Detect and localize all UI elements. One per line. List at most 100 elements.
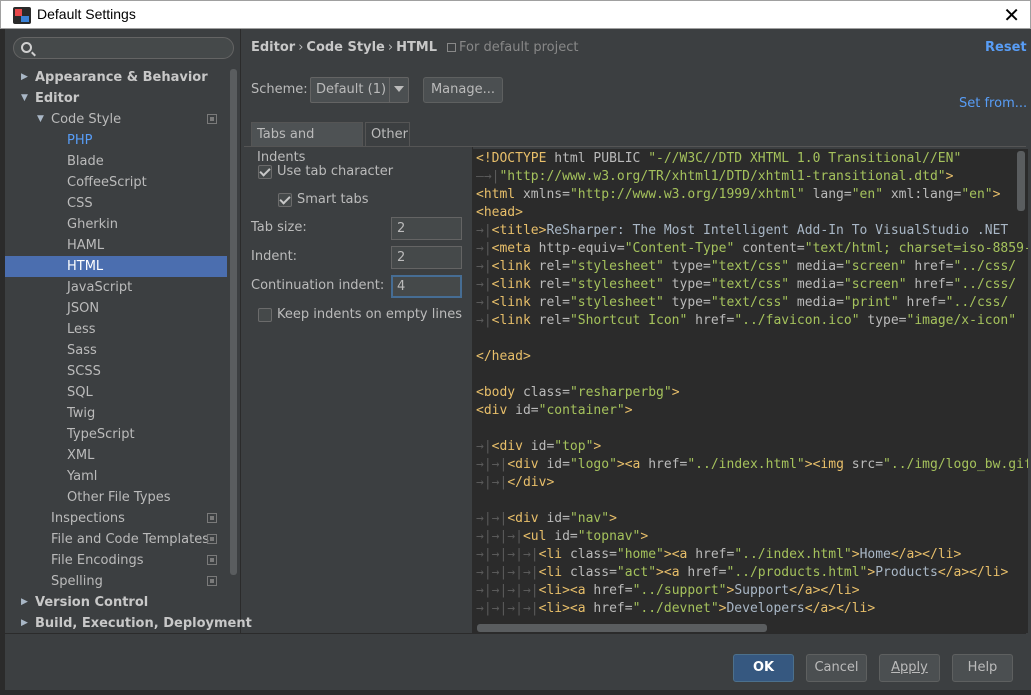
code-token: lang= — [804, 187, 852, 202]
smart-tabs-checkbox[interactable] — [278, 193, 292, 207]
use-tab-checkbox[interactable] — [258, 165, 272, 179]
code-token: "http://www.w3.org/TR/xhtml1/DTD/xhtml1-… — [499, 169, 946, 184]
tree-item[interactable]: Spelling — [5, 571, 227, 592]
code-token: media= — [789, 295, 844, 310]
tree-item[interactable]: Less — [5, 319, 227, 340]
tree-item[interactable]: ▶ Version Control — [5, 592, 227, 613]
footer-divider — [5, 633, 1026, 634]
tree-item[interactable]: JavaScript — [5, 277, 227, 298]
tree-item[interactable]: Other File Types — [5, 487, 227, 508]
tree-item[interactable]: Gherkin — [5, 214, 227, 235]
expanded-arrow-icon[interactable]: ▼ — [37, 109, 44, 130]
tree-item[interactable]: ▶ Appearance & Behavior — [5, 67, 227, 88]
tree-item[interactable]: CSS — [5, 193, 227, 214]
manage-button[interactable]: Manage... — [423, 77, 503, 103]
code-line: →|<link rel="stylesheet" type="text/css"… — [476, 258, 1028, 276]
tree-item[interactable]: SCSS — [5, 361, 227, 382]
code-token: ><a — [663, 547, 696, 562]
collapsed-arrow-icon[interactable]: ▶ — [21, 67, 28, 88]
scheme-dropdown[interactable]: Default (1) — [310, 77, 409, 103]
tree-item[interactable]: ▶ Build, Execution, Deployment — [5, 613, 252, 634]
close-icon[interactable]: ✕ — [1003, 3, 1020, 27]
tab-tabs-and-indents[interactable]: Tabs and Indents — [251, 122, 363, 165]
code-token: "en" — [961, 187, 993, 202]
help-button[interactable]: Help — [952, 654, 1013, 682]
tree-item[interactable]: HAML — [5, 235, 227, 256]
code-token: class= — [569, 565, 617, 580]
tree-item[interactable]: XML — [5, 445, 227, 466]
code-text: <!DOCTYPE html PUBLIC "-//W3C//DTD XHTML… — [476, 150, 1028, 618]
settings-tree-panel: ▶ Appearance & Behavior ▼ Editor ▼ Code Style… — [5, 29, 252, 634]
tree-item[interactable]: TypeScript — [5, 424, 227, 445]
cancel-button[interactable]: Cancel — [806, 654, 867, 682]
tree-item[interactable]: File Encodings — [5, 550, 227, 571]
breadcrumb-code-style: Code Style — [306, 40, 385, 55]
code-token: "logo" — [569, 457, 617, 472]
smart-tabs-label: Smart tabs — [297, 192, 369, 207]
code-line: →|→|→|→|<li class="act"><a href="../prod… — [476, 564, 1028, 582]
tree-item-label: Code Style — [51, 112, 122, 127]
indent-input[interactable]: 2 — [391, 246, 462, 269]
code-token: rel= — [538, 295, 570, 310]
tree-item[interactable]: CoffeeScript — [5, 172, 227, 193]
tree-item[interactable]: SQL — [5, 382, 227, 403]
code-preview[interactable]: <!DOCTYPE html PUBLIC "-//W3C//DTD XHTML… — [473, 149, 1028, 633]
code-token: href= — [687, 313, 735, 328]
code-token: Developers — [726, 601, 805, 616]
tree-item[interactable]: Sass — [5, 340, 227, 361]
tab-marker: →|→| — [476, 475, 508, 490]
tree-item[interactable]: PHP — [5, 130, 227, 151]
collapsed-arrow-icon[interactable]: ▶ — [21, 613, 28, 634]
search-icon — [21, 42, 32, 53]
window-edge-bottom — [0, 690, 1031, 695]
preview-vertical-scrollbar[interactable] — [1017, 151, 1025, 211]
tree-item[interactable]: Inspections — [5, 508, 227, 529]
code-token: "text/css" — [710, 295, 790, 310]
keep-indents-checkbox[interactable] — [258, 308, 272, 322]
code-token: <html — [476, 187, 523, 202]
tree-item[interactable]: ▼ Code Style — [5, 109, 227, 130]
code-token: media= — [789, 277, 844, 292]
breadcrumb-separator: › — [387, 40, 394, 55]
tab-other[interactable]: Other — [365, 122, 410, 147]
set-from-link[interactable]: Set from... — [959, 96, 1027, 111]
continuation-indent-input[interactable]: 4 — [391, 275, 462, 298]
code-token: Support — [734, 583, 790, 598]
code-token: "home" — [616, 547, 664, 562]
code-line: →|→|<div id="nav"> — [476, 510, 1028, 528]
code-token: "stylesheet" — [569, 259, 664, 274]
preview-horizontal-scrollbar[interactable] — [477, 624, 767, 632]
apply-button[interactable]: Apply — [879, 654, 940, 682]
tree-item[interactable]: ▼ Editor — [5, 88, 227, 109]
code-token: "../css/ — [945, 295, 1009, 310]
code-token: <div — [507, 511, 547, 526]
tab-marker: →| — [476, 259, 492, 274]
code-line: →|→|<div id="logo"><a href="../index.htm… — [476, 456, 1028, 474]
project-scope-icon — [447, 43, 457, 52]
code-token: src= — [851, 457, 884, 472]
reset-link[interactable]: Reset — [985, 40, 1027, 55]
tree-item[interactable]: Yaml — [5, 466, 227, 487]
code-token: href= — [593, 601, 633, 616]
ok-button[interactable]: OK — [733, 654, 794, 682]
tree-item-label: SCSS — [67, 364, 101, 379]
tree-item[interactable]: HTML — [5, 256, 227, 277]
code-token: "container" — [538, 403, 625, 418]
tree-item[interactable]: Twig — [5, 403, 227, 424]
tabs-indents-options: Use tab character Smart tabs Tab size: 2… — [244, 147, 473, 633]
expanded-arrow-icon[interactable]: ▼ — [21, 88, 28, 109]
tree-scrollbar[interactable] — [230, 69, 237, 575]
tree-item-label: JSON — [67, 301, 100, 316]
tree-item[interactable]: Blade — [5, 151, 227, 172]
code-line: <body class="resharperbg"> — [476, 384, 1028, 402]
tab-size-input[interactable]: 2 — [391, 217, 462, 240]
settings-search-input[interactable] — [13, 37, 234, 59]
tree-item[interactable]: JSON — [5, 298, 227, 319]
tree-item[interactable]: File and Code Templates — [5, 529, 227, 550]
code-line: —→|"http://www.w3.org/TR/xhtml1/DTD/xhtm… — [476, 168, 1028, 186]
code-token: href= — [898, 295, 946, 310]
collapsed-arrow-icon[interactable]: ▶ — [21, 592, 28, 613]
